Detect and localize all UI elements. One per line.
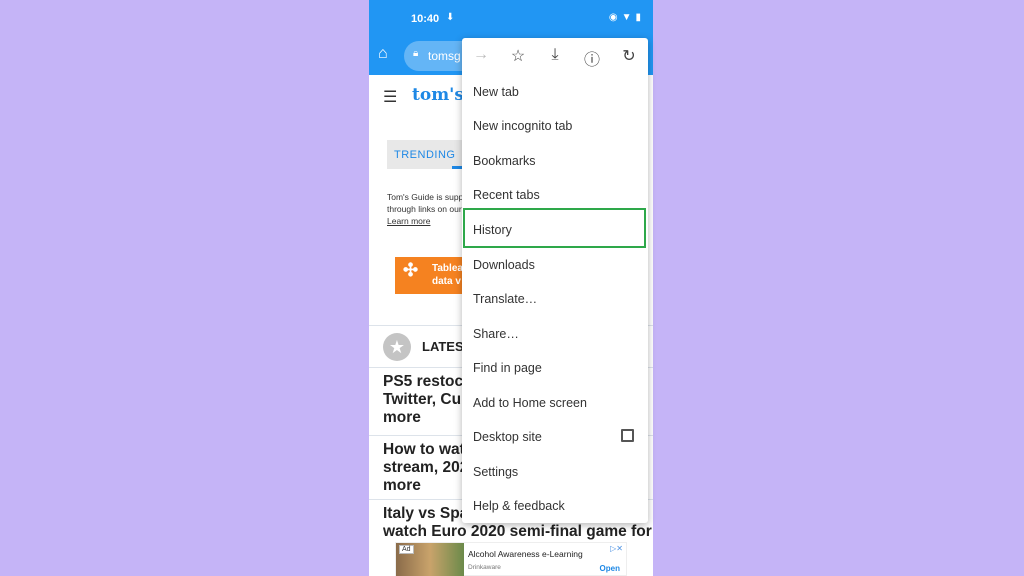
menu-item-desktop-site[interactable]: Desktop site xyxy=(462,419,648,453)
ad-subtitle: Drinkaware xyxy=(468,564,501,571)
wifi-icon: ▼ xyxy=(621,12,632,23)
info-icon[interactable]: ⓘ xyxy=(580,46,604,70)
article-title-line: watch Euro 2020 semi-final game for xyxy=(383,523,652,540)
article-title-line: PS5 restock xyxy=(383,373,472,390)
forward-icon[interactable]: → xyxy=(469,46,493,64)
menu-icon-row: → ☆ ⤓ ⓘ ↻ xyxy=(462,38,648,74)
url-text: tomsg xyxy=(428,49,461,63)
desktop-site-checkbox[interactable] xyxy=(621,429,634,442)
refresh-icon[interactable]: ↻ xyxy=(617,46,641,66)
trending-tab[interactable]: TRENDING xyxy=(387,140,467,169)
history-highlight-box xyxy=(463,208,646,248)
browser-overflow-menu: → ☆ ⤓ ⓘ ↻ New tab New incognito tab Book… xyxy=(462,38,648,523)
ad-badge: Ad xyxy=(399,545,414,554)
menu-item-settings[interactable]: Settings xyxy=(462,454,648,488)
article-title-line: Twitter, Cu xyxy=(383,391,462,408)
menu-item-new-incognito-tab[interactable]: New incognito tab xyxy=(462,108,648,142)
menu-item-recent-tabs[interactable]: Recent tabs xyxy=(462,177,648,211)
ad-title: Alcohol Awareness e-Learning xyxy=(468,549,583,559)
menu-item-translate[interactable]: Translate… xyxy=(462,281,648,315)
star-icon: ★ xyxy=(383,333,411,361)
menu-item-share[interactable]: Share… xyxy=(462,316,648,350)
battery-icon: ▮ xyxy=(635,12,641,23)
status-time: 10:40 xyxy=(411,13,440,25)
menu-item-find-in-page[interactable]: Find in page xyxy=(462,350,648,384)
status-bar: 10:40 ⬇ ◉ ▼ ▮ xyxy=(369,0,653,38)
ad-close-icon[interactable]: ▷✕ xyxy=(610,544,623,553)
tableau-logo-icon: ✣ xyxy=(403,260,419,280)
menu-item-help-feedback[interactable]: Help & feedback xyxy=(462,488,648,522)
bookmark-star-icon[interactable]: ☆ xyxy=(506,46,530,66)
menu-item-downloads[interactable]: Downloads xyxy=(462,247,648,281)
menu-item-bookmarks[interactable]: Bookmarks xyxy=(462,143,648,177)
article-title-line: more xyxy=(383,409,421,426)
ad-open-button[interactable]: Open xyxy=(600,564,620,573)
download-icon[interactable]: ⤓ xyxy=(543,46,567,64)
download-arrow-icon: ⬇ xyxy=(446,12,455,23)
home-icon[interactable]: ⌂ xyxy=(378,45,388,63)
lock-icon: 🔒︎ xyxy=(413,48,419,59)
vibrate-icon: ◉ xyxy=(608,12,618,23)
menu-item-new-tab[interactable]: New tab xyxy=(462,74,648,108)
menu-item-label: Desktop site xyxy=(473,430,542,444)
article-link[interactable]: PS5 restock Twitter, Cu more xyxy=(383,373,472,427)
bottom-ad[interactable]: Ad Alcohol Awareness e-Learning Drinkawa… xyxy=(395,542,627,576)
learn-more-link[interactable]: Learn more xyxy=(387,216,430,226)
hamburger-menu-icon[interactable]: ☰ xyxy=(383,87,397,107)
menu-item-add-to-home-screen[interactable]: Add to Home screen xyxy=(462,385,648,419)
status-icons: ◉ ▼ ▮ xyxy=(609,12,641,23)
